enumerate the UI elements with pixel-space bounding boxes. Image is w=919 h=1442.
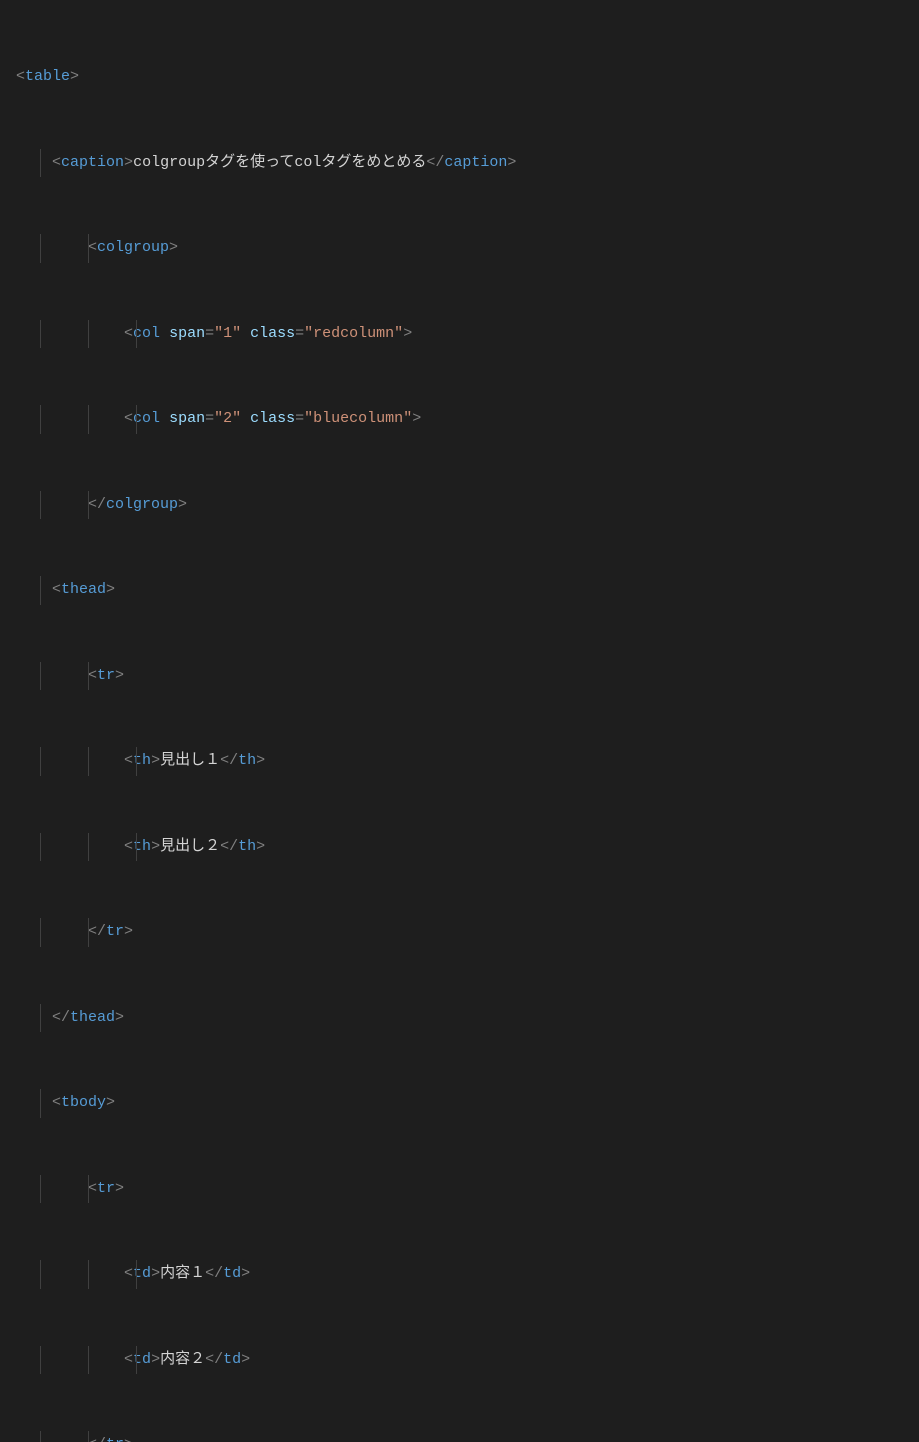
- code-line: <table>: [16, 63, 919, 92]
- code-line: </thead>: [16, 1004, 919, 1033]
- code-editor[interactable]: <table> <caption>colgroupタグを使ってcolタグをめとめ…: [0, 0, 919, 1442]
- code-line: <td>内容１</td>: [16, 1260, 919, 1289]
- code-line: <tr>: [16, 1175, 919, 1204]
- code-line: <tr>: [16, 662, 919, 691]
- code-line: <colgroup>: [16, 234, 919, 263]
- code-line: <caption>colgroupタグを使ってcolタグをめとめる</capti…: [16, 149, 919, 178]
- code-line: <thead>: [16, 576, 919, 605]
- code-line: <col span="1" class="redcolumn">: [16, 320, 919, 349]
- code-line: </tr>: [16, 918, 919, 947]
- code-line: <td>内容２</td>: [16, 1346, 919, 1375]
- code-line: <th>見出し１</th>: [16, 747, 919, 776]
- code-line: </colgroup>: [16, 491, 919, 520]
- code-line: <th>見出し２</th>: [16, 833, 919, 862]
- code-line: <col span="2" class="bluecolumn">: [16, 405, 919, 434]
- code-line: </tr>: [16, 1431, 919, 1442]
- code-line: <tbody>: [16, 1089, 919, 1118]
